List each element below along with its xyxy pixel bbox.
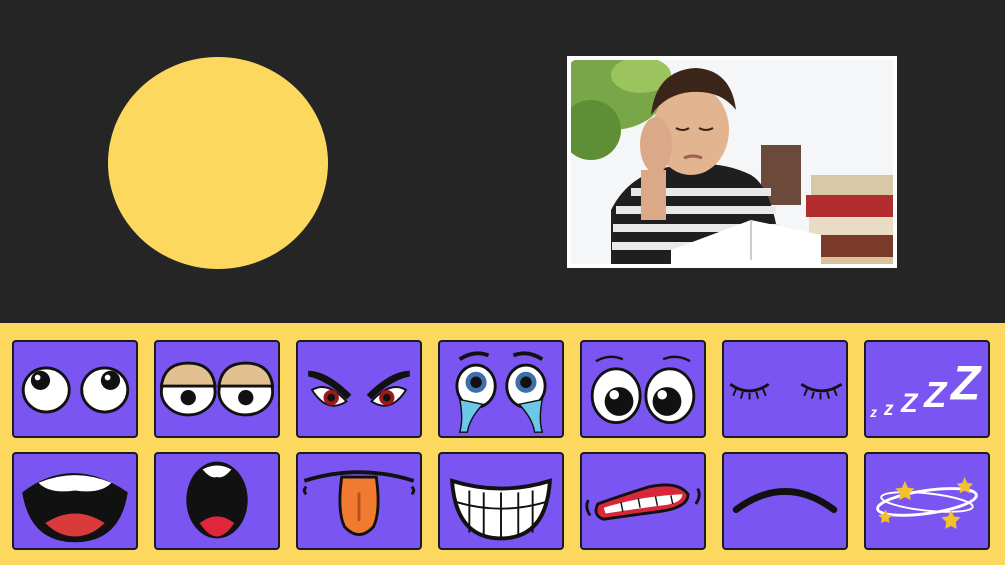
zzz-sleep-icon[interactable]: z z Z Z Z [864, 340, 990, 438]
eyes-wide-open-icon[interactable] [580, 340, 706, 438]
eyes-rolling-icon[interactable] [12, 340, 138, 438]
eyes-sleepy-lidded-icon[interactable] [154, 340, 280, 438]
eyes-crying-icon[interactable] [438, 340, 564, 438]
photo-image [571, 60, 893, 264]
mouth-frown-icon[interactable] [722, 452, 848, 550]
dizzy-stars-icon[interactable] [864, 452, 990, 550]
eyes-closed-icon[interactable] [722, 340, 848, 438]
canvas-area [0, 0, 1005, 323]
svg-text:Z: Z [949, 358, 982, 411]
svg-text:Z: Z [923, 374, 948, 415]
mouth-grimace-icon[interactable] [580, 452, 706, 550]
svg-text:Z: Z [900, 388, 919, 418]
mouth-yelling-icon[interactable] [12, 452, 138, 550]
face-circle[interactable] [108, 57, 328, 269]
mouth-surprised-icon[interactable] [154, 452, 280, 550]
svg-text:z: z [869, 405, 877, 420]
reference-photo[interactable] [567, 56, 897, 268]
svg-text:z: z [883, 399, 894, 420]
mouth-tongue-out-icon[interactable] [296, 452, 422, 550]
emotion-palette: z z Z Z Z [0, 323, 1005, 565]
mouth-big-grin-icon[interactable] [438, 452, 564, 550]
eyes-angry-icon[interactable] [296, 340, 422, 438]
